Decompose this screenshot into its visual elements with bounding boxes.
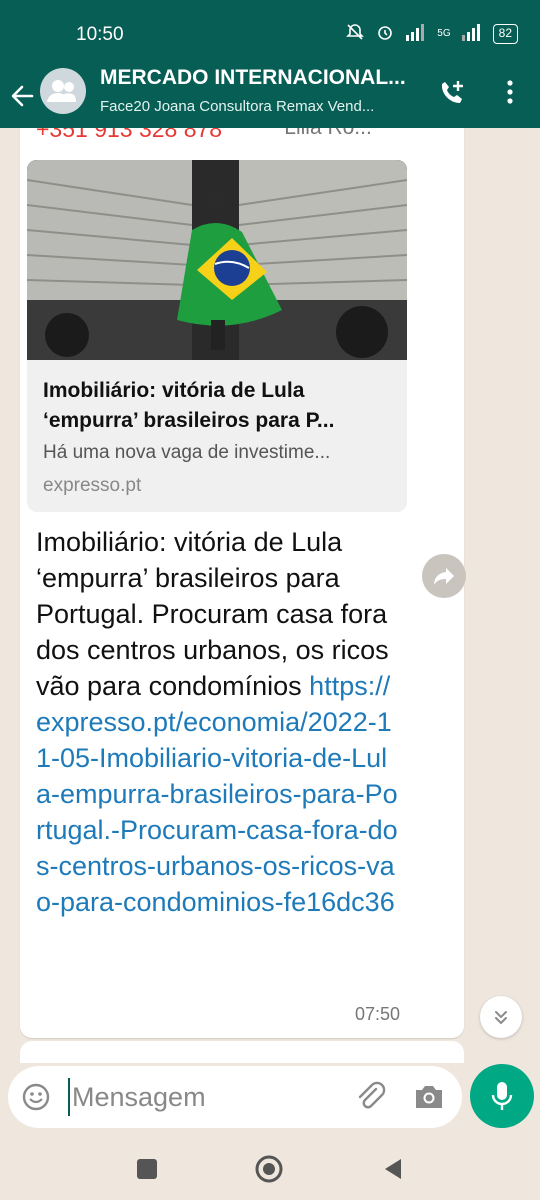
status-bar: 10:50 5G 82: [0, 0, 540, 64]
forward-icon[interactable]: [422, 554, 466, 598]
system-nav-bar: [0, 1136, 540, 1200]
network-type: 5G: [437, 28, 451, 39]
next-message-bubble[interactable]: [20, 1041, 464, 1063]
message-input[interactable]: [68, 1078, 338, 1116]
message-text: Imobiliário: vitória de Lula ‘empurra’ b…: [36, 524, 402, 920]
attach-icon[interactable]: [354, 1080, 388, 1114]
recent-apps-icon[interactable]: [132, 1154, 162, 1184]
chat-area[interactable]: +351 913 328 878 ~Lilia Ro...: [0, 128, 540, 1063]
chat-subtitle[interactable]: Face20 Joana Consultora Remax Vend...: [100, 98, 420, 115]
chat-title[interactable]: MERCADO INTERNACIONAL...: [100, 66, 420, 90]
home-icon[interactable]: [254, 1154, 284, 1184]
message-input-bar: [8, 1066, 462, 1128]
preview-domain: expresso.pt: [43, 475, 142, 496]
add-call-icon[interactable]: [432, 72, 472, 112]
emoji-icon[interactable]: [20, 1081, 52, 1113]
chat-header: MERCADO INTERNACIONAL... Face20 Joana Co…: [0, 64, 540, 128]
link-preview[interactable]: Imobiliário: vitória de Lula ‘empurra’ b…: [27, 160, 407, 512]
group-avatar-icon[interactable]: [40, 68, 86, 114]
sender-phone[interactable]: +351 913 328 878: [36, 128, 222, 143]
signal-icon-2: [461, 23, 483, 44]
scroll-down-icon[interactable]: [480, 996, 522, 1038]
message-time: 07:50: [354, 1004, 400, 1024]
back-nav-icon[interactable]: [378, 1154, 408, 1184]
battery-icon: 82: [492, 23, 518, 44]
alarm-icon: [375, 22, 395, 45]
mic-icon[interactable]: [470, 1064, 534, 1128]
preview-title: Imobiliário: vitória de Lula ‘empurra’ b…: [43, 379, 335, 432]
camera-icon[interactable]: [412, 1080, 446, 1114]
preview-description: Há uma nova vaga de investime...: [43, 442, 331, 463]
more-vertical-icon[interactable]: [490, 72, 530, 112]
mute-icon: [345, 22, 365, 45]
message-link[interactable]: https://expresso.pt/economia/2022-11-05-…: [36, 671, 398, 917]
signal-icon: [405, 23, 427, 44]
message-bubble[interactable]: +351 913 328 878 ~Lilia Ro...: [20, 128, 464, 1038]
status-icons: 5G 82: [345, 22, 518, 45]
preview-image: [27, 160, 407, 360]
status-time: 10:50: [76, 24, 124, 45]
back-arrow-icon[interactable]: [8, 76, 36, 116]
sender-name: ~Lilia Ro...: [272, 128, 372, 140]
